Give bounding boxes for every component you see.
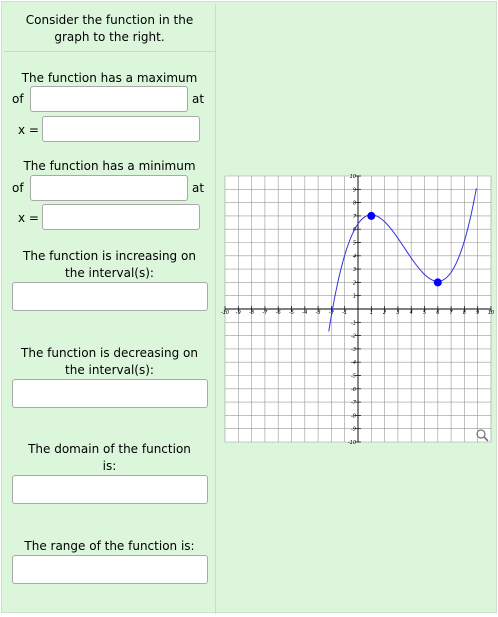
increasing-interval-input[interactable]	[12, 282, 208, 311]
key-point	[367, 211, 376, 220]
x-tick-label: -3	[316, 310, 321, 316]
maximum-at-label: at	[192, 92, 205, 106]
y-tick-label: -4	[351, 360, 356, 366]
x-tick-label: -9	[236, 310, 241, 316]
x-tick-label: -10	[221, 310, 229, 316]
y-tick-label: 9	[353, 187, 356, 193]
minimum-at-label: at	[192, 181, 205, 195]
y-tick-label: 5	[353, 241, 356, 247]
y-tick-label: -8	[351, 413, 356, 419]
maximum-x-input[interactable]	[42, 116, 200, 142]
x-tick-label: 6	[436, 310, 439, 316]
minimum-x-label: x =	[18, 211, 39, 225]
increasing-label-1: The function is increasing on	[23, 249, 196, 263]
y-tick-label: -2	[351, 334, 356, 340]
y-tick-label: -3	[351, 347, 356, 353]
x-tick-label: -5	[289, 310, 294, 316]
maximum-of-label: of	[12, 92, 24, 106]
x-tick-label: 1	[370, 310, 373, 316]
maximum-label: The function has a maximum	[21, 71, 198, 85]
increasing-label-2: the interval(s):	[65, 266, 154, 280]
graph-column: -10 -9 -8 -7 -6 -5 -4 -3 -2 -1 1 2 3 4 5 6 7 8 9 10 10 9 8 7 6 5 4…	[216, 4, 498, 614]
y-tick-label: 10	[350, 174, 356, 180]
y-tick-label: 8	[353, 201, 356, 207]
function-graph: -10 -9 -8 -7 -6 -5 -4 -3 -2 -1 1 2 3 4 5 6 7 8 9 1010987654…	[221, 174, 494, 446]
maximum-x-label: x =	[18, 123, 39, 137]
x-tick-label: 10	[488, 310, 494, 316]
x-tick-label: 3	[396, 310, 399, 316]
x-tick-label: -8	[249, 310, 254, 316]
y-tick-label: -6	[351, 387, 356, 393]
prompt-line-2: graph to the right.	[54, 30, 165, 44]
y-tick-label: 2	[353, 280, 356, 286]
prompt-text: Consider the function in the graph to th…	[4, 4, 215, 52]
domain-label-1: The domain of the function	[28, 442, 191, 456]
y-tick-label: -9	[351, 427, 356, 433]
y-tick-label: -1	[351, 320, 356, 326]
y-tick-label: -10	[348, 440, 356, 446]
x-tick-label: 5	[423, 310, 426, 316]
decreasing-label-1: The function is decreasing on	[21, 346, 198, 360]
range-label: The range of the function is:	[24, 539, 195, 553]
y-tick-label: -7	[351, 400, 357, 406]
domain-label-2: is:	[102, 459, 117, 473]
range-input[interactable]	[12, 555, 208, 584]
domain-input[interactable]	[12, 475, 208, 504]
minimum-label: The function has a minimum	[23, 159, 196, 173]
minimum-of-label: of	[12, 181, 24, 195]
question-panel: Consider the function in the graph to th…	[1, 1, 498, 614]
decreasing-interval-input[interactable]	[12, 379, 208, 408]
y-tick-label: 1	[353, 294, 356, 300]
x-tick-label: -1	[342, 310, 347, 316]
x-tick-label: 4	[410, 310, 413, 316]
minimum-value-input[interactable]	[30, 175, 188, 201]
prompt-line-1: Consider the function in the	[25, 13, 194, 27]
x-tick-label: 9	[476, 310, 479, 316]
x-tick-label: -4	[302, 310, 307, 316]
y-tick-label: 4	[353, 254, 356, 260]
maximum-value-input[interactable]	[30, 86, 188, 112]
y-tick-label: 3	[353, 267, 356, 273]
y-tick-label: -5	[351, 374, 356, 380]
x-tick-label: 2	[383, 310, 386, 316]
x-tick-label: -7	[262, 310, 268, 316]
x-tick-label: 8	[463, 310, 466, 316]
x-tick-label: -6	[276, 310, 281, 316]
minimum-x-input[interactable]	[42, 204, 200, 230]
decreasing-label-2: the interval(s):	[65, 363, 154, 377]
key-point	[433, 278, 442, 287]
answer-column: Consider the function in the graph to th…	[4, 4, 216, 614]
